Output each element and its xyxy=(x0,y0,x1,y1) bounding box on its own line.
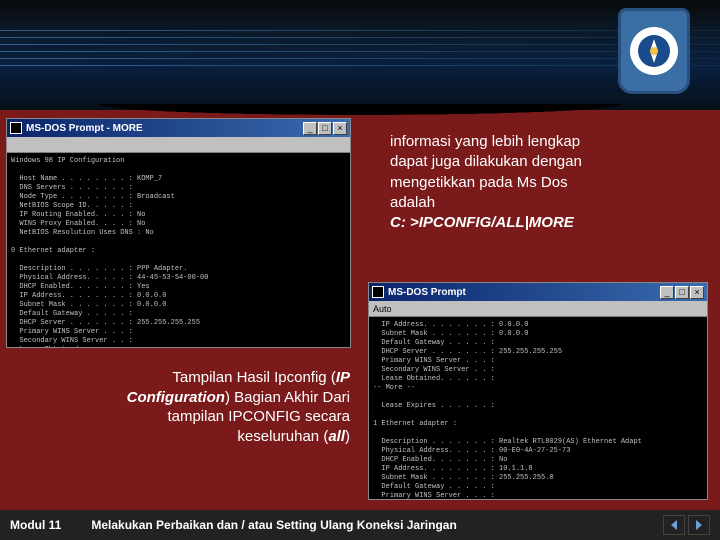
minimize-button[interactable]: _ xyxy=(303,122,317,135)
maximize-button[interactable]: □ xyxy=(318,122,332,135)
dos-window-1: MS-DOS Prompt - MORE _ □ × Windows 98 IP… xyxy=(6,118,351,348)
dos-window-2: MS-DOS Prompt _ □ × Auto IP Address. . .… xyxy=(368,282,708,500)
desc-line: adalah xyxy=(390,193,680,213)
prev-slide-button[interactable] xyxy=(663,515,685,535)
footer: Modul 11 Melakukan Perbaikan dan / atau … xyxy=(0,510,720,540)
slide: MS-DOS Prompt - MORE _ □ × Windows 98 IP… xyxy=(0,0,720,540)
dos1-terminal: Windows 98 IP Configuration Host Name . … xyxy=(7,153,350,347)
command-text: C: >IPCONFIG/ALL|MORE xyxy=(390,213,680,233)
caption-italic: IP xyxy=(336,369,350,386)
desc-line: informasi yang lebih lengkap xyxy=(390,132,680,152)
dos2-title: MS-DOS Prompt xyxy=(388,287,659,298)
msdos-icon xyxy=(372,286,384,298)
dos2-toolbar: Auto xyxy=(369,301,707,317)
caption-part: tampilan IPCONFIG secara xyxy=(167,408,350,425)
next-slide-button[interactable] xyxy=(688,515,710,535)
header-decor-lines xyxy=(0,30,720,90)
caption-part: keseluruhan ( xyxy=(237,428,328,445)
desc-line: dapat juga dilakukan dengan xyxy=(390,152,680,172)
tut-wuri-handayani-logo xyxy=(630,27,678,75)
caption-italic: all xyxy=(328,428,345,445)
caption-text: Tampilan Hasil Ipconfig (IP Configuratio… xyxy=(40,368,350,446)
toolbar-auto-label: Auto xyxy=(373,304,392,314)
caption-part: ) xyxy=(345,428,350,445)
dos1-titlebar: MS-DOS Prompt - MORE _ □ × xyxy=(7,119,350,137)
caption-italic: Configuration xyxy=(127,389,225,406)
dos1-title: MS-DOS Prompt - MORE xyxy=(26,123,302,134)
caption-part: Tampilan Hasil Ipconfig ( xyxy=(172,369,335,386)
logo-badge xyxy=(618,8,690,94)
desc-line: mengetikkan pada Ms Dos xyxy=(390,173,680,193)
close-button[interactable]: × xyxy=(333,122,347,135)
dos2-terminal: IP Address. . . . . . . . : 0.0.0.0 Subn… xyxy=(369,317,707,499)
caption-part: ) Bagian Akhir Dari xyxy=(225,389,350,406)
module-label: Modul 11 xyxy=(10,518,61,532)
maximize-button[interactable]: □ xyxy=(675,286,689,299)
footer-title: Melakukan Perbaikan dan / atau Setting U… xyxy=(91,518,456,532)
header xyxy=(0,0,720,110)
minimize-button[interactable]: _ xyxy=(660,286,674,299)
close-button[interactable]: × xyxy=(690,286,704,299)
description-text: informasi yang lebih lengkap dapat juga … xyxy=(390,132,680,233)
dos2-titlebar: MS-DOS Prompt _ □ × xyxy=(369,283,707,301)
msdos-icon xyxy=(10,122,22,134)
dos1-toolbar xyxy=(7,137,350,153)
